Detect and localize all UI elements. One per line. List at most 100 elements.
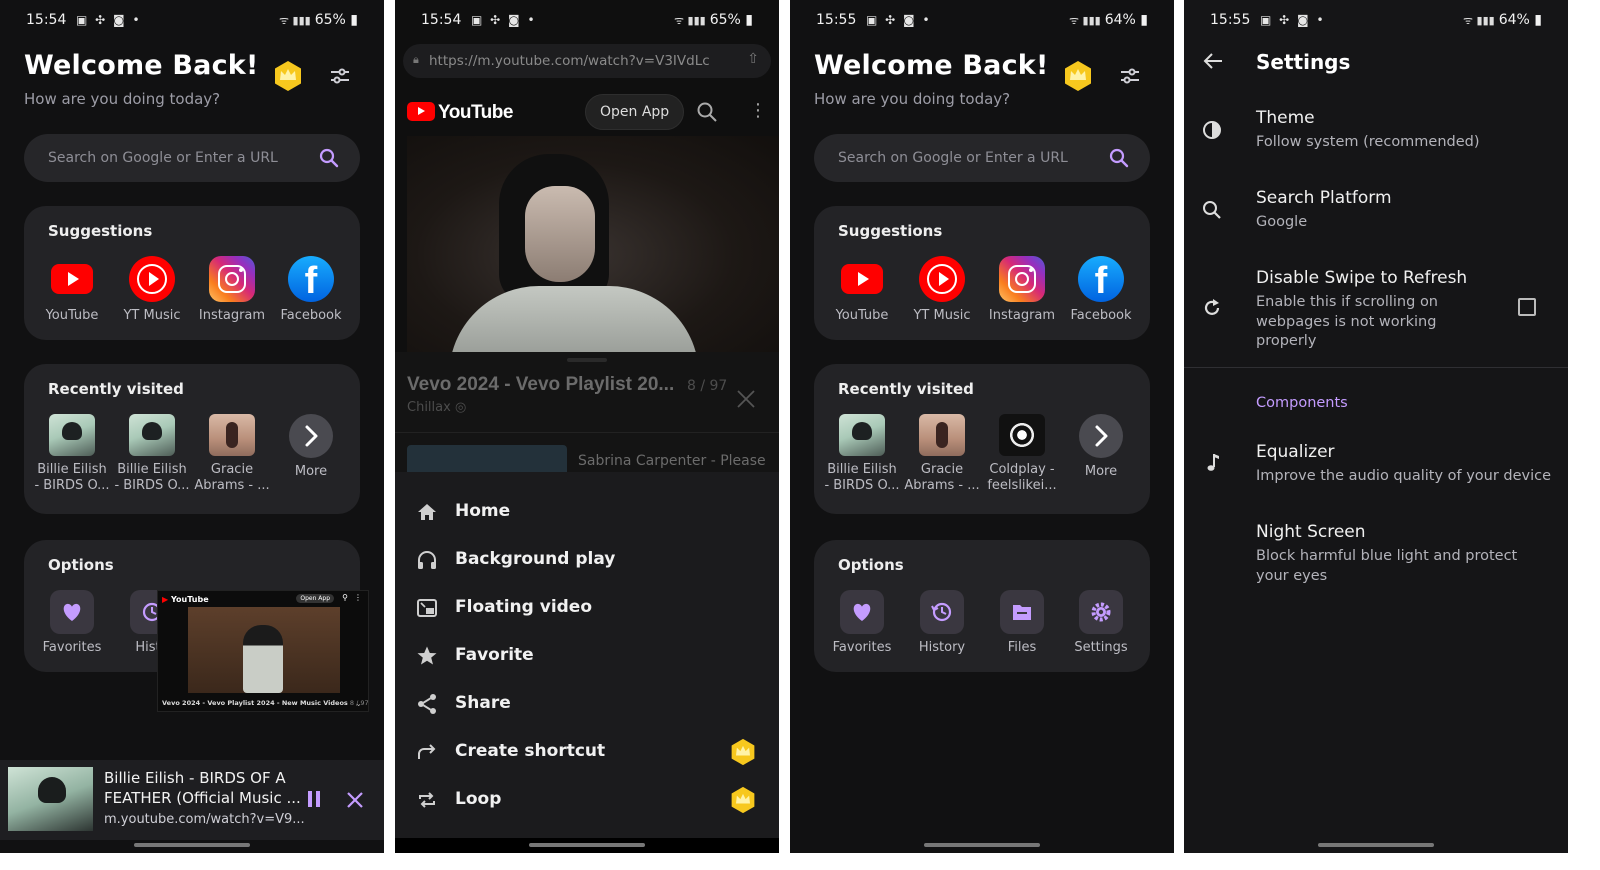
recent-thumbnail <box>839 414 885 456</box>
home-indicator[interactable] <box>529 843 645 847</box>
menu-item-loop[interactable]: Loop <box>395 776 779 824</box>
suggestion-instagram[interactable]: Instagram <box>982 256 1062 324</box>
options-title: Options <box>48 556 114 574</box>
setting-title: Theme <box>1256 108 1315 128</box>
pip-expand-icon[interactable]: ⌄ <box>355 699 362 708</box>
pip-header: ▶ YouTube Open App ⚲ ⋮ <box>158 591 368 607</box>
setting-theme[interactable]: Theme Follow system (recommended) <box>1184 108 1568 172</box>
option-favorites[interactable]: Favorites <box>822 590 902 656</box>
filter-settings-icon[interactable] <box>1117 63 1143 89</box>
now-playing-bar[interactable]: Billie Eilish - BIRDS OF A FEATHER (Offi… <box>0 760 384 840</box>
signal-icon: ᯤ ▮▮▮ <box>279 14 311 27</box>
screen-video-menu: 15:54 ▣ ✣ ◙ • ᯤ ▮▮▮ 65% ▮ 🔒︎ https://m.yo… <box>395 0 779 853</box>
home-indicator[interactable] <box>924 843 1040 847</box>
swipe-refresh-checkbox[interactable] <box>1518 298 1536 316</box>
setting-description: Block harmful blue light and protect you… <box>1256 548 1518 584</box>
suggestion-yt-music[interactable]: YT Music <box>902 256 982 324</box>
premium-crown-icon <box>731 786 755 814</box>
option-favorites[interactable]: Favorites <box>32 590 112 656</box>
suggestion-instagram[interactable]: Instagram <box>192 256 272 324</box>
youtube-logo[interactable]: YouTube <box>407 102 513 124</box>
setting-disable-swipe-refresh[interactable]: Disable Swipe to Refresh Enable this if … <box>1184 268 1568 358</box>
more-recent-button[interactable]: More <box>271 414 351 480</box>
option-history[interactable]: History <box>902 590 982 656</box>
search-input[interactable]: Search on Google or Enter a URL <box>814 134 1150 182</box>
home-indicator[interactable] <box>134 843 250 847</box>
url-text: https://m.youtube.com/watch?v=V3IVdLc <box>429 53 710 69</box>
yt-music-icon <box>919 256 965 302</box>
recent-item[interactable]: Billie Eilish - BIRDS O... <box>32 414 112 494</box>
premium-crown-icon[interactable] <box>1062 60 1094 92</box>
recent-thumbnail <box>49 414 95 456</box>
playlist-title: Vevo 2024 - Vevo Playlist 20... <box>407 374 675 395</box>
menu-item-create-shortcut[interactable]: Create shortcut <box>395 728 779 776</box>
suggestion-youtube[interactable]: YouTube <box>822 256 902 324</box>
option-settings[interactable]: Settings <box>1061 590 1141 656</box>
suggestion-facebook[interactable]: f Facebook <box>271 256 351 324</box>
pip-video[interactable] <box>188 607 340 693</box>
more-recent-button[interactable]: More <box>1061 414 1141 480</box>
option-files[interactable]: Files <box>982 590 1062 656</box>
pip-brand-text: YouTube <box>170 595 209 604</box>
setting-description: Follow system (recommended) <box>1256 134 1480 150</box>
home-indicator[interactable] <box>1318 843 1434 847</box>
search-icon[interactable] <box>696 101 718 123</box>
setting-equalizer[interactable]: Equalizer Improve the audio quality of y… <box>1184 442 1568 506</box>
now-playing-title: Billie Eilish - BIRDS OF A FEATHER (Offi… <box>104 769 301 807</box>
gear-icon <box>1079 590 1123 634</box>
premium-crown-icon[interactable] <box>272 60 304 92</box>
suggestion-label: Instagram <box>198 308 266 323</box>
pause-icon[interactable] <box>306 790 322 808</box>
more-label: More <box>1084 464 1118 479</box>
recent-item[interactable]: Coldplay - feelslikei... <box>982 414 1062 494</box>
menu-item-floating-video[interactable]: Floating video <box>395 584 779 632</box>
menu-item-label: Floating video <box>455 597 593 617</box>
menu-item-favorite[interactable]: Favorite <box>395 632 779 680</box>
recent-label: Coldplay - feelslikei... <box>982 462 1062 494</box>
suggestion-label: YouTube <box>45 308 99 323</box>
floating-video-window[interactable]: ▶ YouTube Open App ⚲ ⋮ Vevo 2024 - Vevo … <box>157 590 369 712</box>
recent-item[interactable]: Billie Eilish - BIRDS O... <box>112 414 192 494</box>
recent-label: Gracie Abrams - ... <box>902 462 982 494</box>
close-icon[interactable] <box>346 791 364 809</box>
divider <box>395 432 779 433</box>
recent-label: Billie Eilish - BIRDS O... <box>822 462 902 494</box>
open-app-button[interactable]: Open App <box>585 94 685 130</box>
pip-more-icon[interactable]: ⋮ <box>354 593 362 602</box>
status-bar: 15:54 ▣ ✣ ◙ • ᯤ ▮▮▮ 65% ▮ <box>395 12 779 32</box>
video-player[interactable] <box>407 136 779 352</box>
search-input[interactable]: Search on Google or Enter a URL <box>24 134 360 182</box>
back-arrow-icon[interactable] <box>1202 50 1224 72</box>
suggestion-yt-music[interactable]: YT Music <box>112 256 192 324</box>
recent-item[interactable]: Billie Eilish - BIRDS O... <box>822 414 902 494</box>
drag-handle[interactable] <box>567 358 607 362</box>
recent-label: Gracie Abrams - ... <box>192 462 272 494</box>
video-frame-face <box>525 186 595 282</box>
options-bottom-sheet: Home Background play Floating video Favo… <box>395 472 779 838</box>
battery-level: 64% <box>1498 12 1530 28</box>
search-icon[interactable] <box>1108 147 1130 169</box>
suggestion-facebook[interactable]: f Facebook <box>1061 256 1141 324</box>
more-vert-icon[interactable]: ⋮ <box>749 100 767 121</box>
recent-label-line1: Billie Eilish <box>827 462 897 477</box>
menu-item-home[interactable]: Home <box>395 488 779 536</box>
pip-open-app-button[interactable]: Open App <box>296 594 334 603</box>
menu-item-share[interactable]: Share <box>395 680 779 728</box>
share-url-icon[interactable]: ⇧ <box>747 51 759 67</box>
pip-search-icon[interactable]: ⚲ <box>342 593 348 602</box>
close-icon[interactable] <box>737 390 755 408</box>
search-icon[interactable] <box>318 147 340 169</box>
search-icon <box>1203 201 1221 219</box>
recent-label-line1: Gracie <box>920 462 964 477</box>
menu-item-background-play[interactable]: Background play <box>395 536 779 584</box>
suggestion-youtube[interactable]: YouTube <box>32 256 112 324</box>
recently-visited-card: Recently visited Billie Eilish - BIRDS O.… <box>24 364 360 514</box>
url-bar[interactable]: 🔒︎ https://m.youtube.com/watch?v=V3IVdLc… <box>403 44 771 78</box>
settings-header: Settings <box>1184 40 1568 84</box>
page-title: Settings <box>1256 50 1351 74</box>
filter-settings-icon[interactable] <box>327 63 353 89</box>
recent-item[interactable]: Gracie Abrams - ... <box>902 414 982 494</box>
setting-search-platform[interactable]: Search Platform Google <box>1184 188 1568 252</box>
setting-night-screen[interactable]: Night Screen Block harmful blue light an… <box>1184 522 1568 592</box>
recent-item[interactable]: Gracie Abrams - ... <box>192 414 272 494</box>
